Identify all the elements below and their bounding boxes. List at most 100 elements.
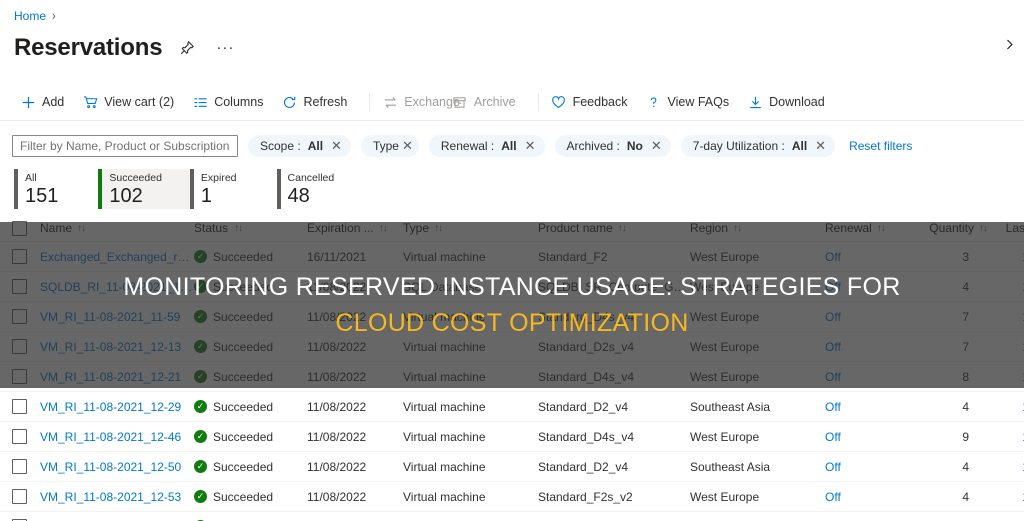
- close-icon[interactable]: ✕: [815, 139, 826, 152]
- columns-button[interactable]: Columns: [188, 90, 273, 114]
- cell-name[interactable]: VM_RI_11-08-2021_11-59: [40, 310, 194, 324]
- view-faqs-button[interactable]: View FAQs: [642, 90, 740, 114]
- cell-status: ✓ Succeeded: [194, 490, 307, 504]
- table-row[interactable]: Exchanged_Exchanged_re… ✓ Succeeded 16/11/2…: [0, 242, 1024, 272]
- column-header-region-label: Region: [690, 221, 729, 235]
- view-cart-label: View cart (2): [104, 95, 175, 109]
- view-cart-button[interactable]: View cart (2): [78, 90, 184, 114]
- row-checkbox[interactable]: [12, 369, 27, 384]
- cell-type: Virtual machine: [403, 309, 486, 324]
- column-header-product[interactable]: Product name ↑↓: [538, 221, 690, 235]
- cell-name[interactable]: VM_RI_11-08-2021_12-21: [40, 370, 194, 384]
- feedback-button[interactable]: Feedback: [547, 90, 638, 114]
- cell-type: Virtual machine: [403, 459, 486, 474]
- table-row[interactable]: VM_RI_11-08-2021_11-59 ✓ Succeeded 11/08/20…: [0, 302, 1024, 332]
- row-checkbox[interactable]: [12, 489, 27, 504]
- stat-card-cancelled-value: 48: [287, 184, 310, 207]
- filter-pill-archived[interactable]: Archived : No ✕: [554, 135, 671, 157]
- filter-pill-scope[interactable]: Scope : All ✕: [248, 135, 351, 157]
- row-checkbox[interactable]: [12, 399, 27, 414]
- column-header-expiration[interactable]: Expiration ... ↑↓: [307, 221, 403, 235]
- stat-card-all[interactable]: All 151: [14, 169, 80, 209]
- close-icon[interactable]: ✕: [651, 139, 662, 152]
- breadcrumb-home-link[interactable]: Home: [14, 9, 46, 23]
- cell-name[interactable]: Exchanged_Exchanged_re…: [40, 250, 194, 264]
- row-checkbox[interactable]: [12, 459, 27, 474]
- table-row[interactable]: VM_RI_11-08-2021_12-59✓Succeeded11/08/20…: [0, 512, 1024, 521]
- column-header-region[interactable]: Region ↑↓: [690, 221, 825, 235]
- row-checkbox-cell: [12, 249, 40, 264]
- reset-filters-link[interactable]: Reset filters: [849, 139, 912, 153]
- filter-pill-type[interactable]: Type ✕: [360, 135, 419, 157]
- cell-quantity: 4: [962, 459, 969, 474]
- chevron-right-icon[interactable]: [998, 33, 1020, 55]
- table-row[interactable]: VM_RI_11-08-2021_12-29 ✓ Succeeded 11/08/20…: [0, 392, 1024, 422]
- add-button[interactable]: Add: [16, 90, 74, 114]
- cell-product: SQLDB_SR_Compute_Gen5: [538, 279, 690, 294]
- cell-name[interactable]: VM_RI_11-08-2021_12-53: [40, 490, 194, 504]
- more-actions-icon[interactable]: ···: [212, 35, 238, 61]
- page-title: Reservations: [14, 34, 163, 61]
- stat-card-expired[interactable]: Expired 1: [189, 169, 259, 209]
- cell-name[interactable]: SQLDB_RI_11-08-2021_12-03: [40, 280, 194, 294]
- cell-quantity: 9: [962, 429, 969, 444]
- row-checkbox-cell: [12, 369, 40, 384]
- row-checkbox[interactable]: [12, 309, 27, 324]
- row-checkbox[interactable]: [12, 279, 27, 294]
- column-header-name[interactable]: Name ↑↓: [40, 221, 194, 235]
- column-header-quantity[interactable]: Quantity ↑↓: [919, 221, 991, 235]
- status-label: Succeeded: [213, 249, 274, 264]
- close-icon[interactable]: ✕: [402, 139, 413, 152]
- sort-icon: ↑↓: [77, 222, 86, 234]
- column-header-status[interactable]: Status ↑↓: [194, 221, 307, 235]
- row-checkbox[interactable]: [12, 339, 27, 354]
- filter-pill-archived-value: No: [626, 139, 643, 153]
- close-icon[interactable]: ✕: [331, 139, 342, 152]
- cell-product: Standard_D4s_v4: [538, 309, 635, 324]
- cell-expiration: 11/08/2022: [307, 429, 367, 444]
- filter-pill-utilization[interactable]: 7-day Utilization : All ✕: [680, 135, 836, 157]
- sort-icon: ↑↓: [434, 222, 443, 234]
- table-row[interactable]: SQLDB_RI_11-08-2021_12-03 ✓ Succeeded 11/08…: [0, 272, 1024, 302]
- cell-status: ✓ Succeeded: [194, 280, 307, 294]
- pin-icon[interactable]: [174, 35, 200, 61]
- cell-name[interactable]: VM_RI_11-08-2021_12-13: [40, 340, 194, 354]
- table-row[interactable]: VM_RI_11-08-2021_12-21 ✓ Succeeded 11/08/20…: [0, 362, 1024, 392]
- stat-bar: [189, 169, 194, 209]
- cell-region: West Europe: [690, 429, 760, 444]
- cell-expiration: 11/08/2022: [307, 399, 367, 414]
- column-header-renewal[interactable]: Renewal ↑↓: [825, 221, 919, 235]
- row-checkbox[interactable]: [12, 429, 27, 444]
- stat-card-succeeded[interactable]: Succeeded 102: [98, 169, 190, 209]
- table-row[interactable]: VM_RI_11-08-2021_12-50 ✓ Succeeded 11/08/20…: [0, 452, 1024, 482]
- download-button[interactable]: Download: [743, 90, 835, 114]
- close-icon[interactable]: ✕: [525, 139, 536, 152]
- download-icon: [747, 94, 763, 110]
- search-input[interactable]: [12, 135, 238, 157]
- filter-pill-utilization-label: 7-day Utilization :: [692, 139, 785, 153]
- sort-icon: ↑↓: [876, 222, 886, 234]
- cell-product: Standard_D2s_v4: [538, 339, 635, 354]
- column-header-product-label: Product name: [538, 221, 613, 235]
- cell-name[interactable]: VM_RI_11-08-2021_12-46: [40, 430, 194, 444]
- cell-last: 100%: [991, 370, 1024, 384]
- select-all-checkbox[interactable]: [12, 220, 27, 236]
- table-row[interactable]: VM_RI_11-08-2021_12-13 ✓ Succeeded 11/08/20…: [0, 332, 1024, 362]
- column-header-last-date[interactable]: Last Da...: [991, 221, 1024, 235]
- reservations-page: Home › Reservations ··· Add View cart (2…: [0, 0, 1024, 521]
- filter-pill-renewal[interactable]: Renewal : All ✕: [428, 135, 545, 157]
- cell-renewal: Off: [825, 459, 841, 474]
- stat-card-cancelled[interactable]: Cancelled 48: [276, 169, 357, 209]
- table-row[interactable]: VM_RI_11-08-2021_12-53 ✓ Succeeded 11/08/20…: [0, 482, 1024, 512]
- cell-quantity: 7: [962, 339, 969, 354]
- column-header-type[interactable]: Type ↑↓: [403, 221, 538, 235]
- success-check-icon: ✓: [194, 460, 207, 473]
- success-check-icon: ✓: [194, 250, 207, 263]
- cell-region: West Europe: [690, 309, 760, 324]
- cell-name[interactable]: VM_RI_11-08-2021_12-50: [40, 460, 194, 474]
- refresh-button[interactable]: Refresh: [278, 90, 358, 114]
- table-row[interactable]: VM_RI_11-08-2021_12-46 ✓ Succeeded 11/08/20…: [0, 422, 1024, 452]
- sort-icon: ↑↓: [378, 222, 388, 234]
- row-checkbox[interactable]: [12, 249, 27, 264]
- cell-name[interactable]: VM_RI_11-08-2021_12-29: [40, 400, 194, 414]
